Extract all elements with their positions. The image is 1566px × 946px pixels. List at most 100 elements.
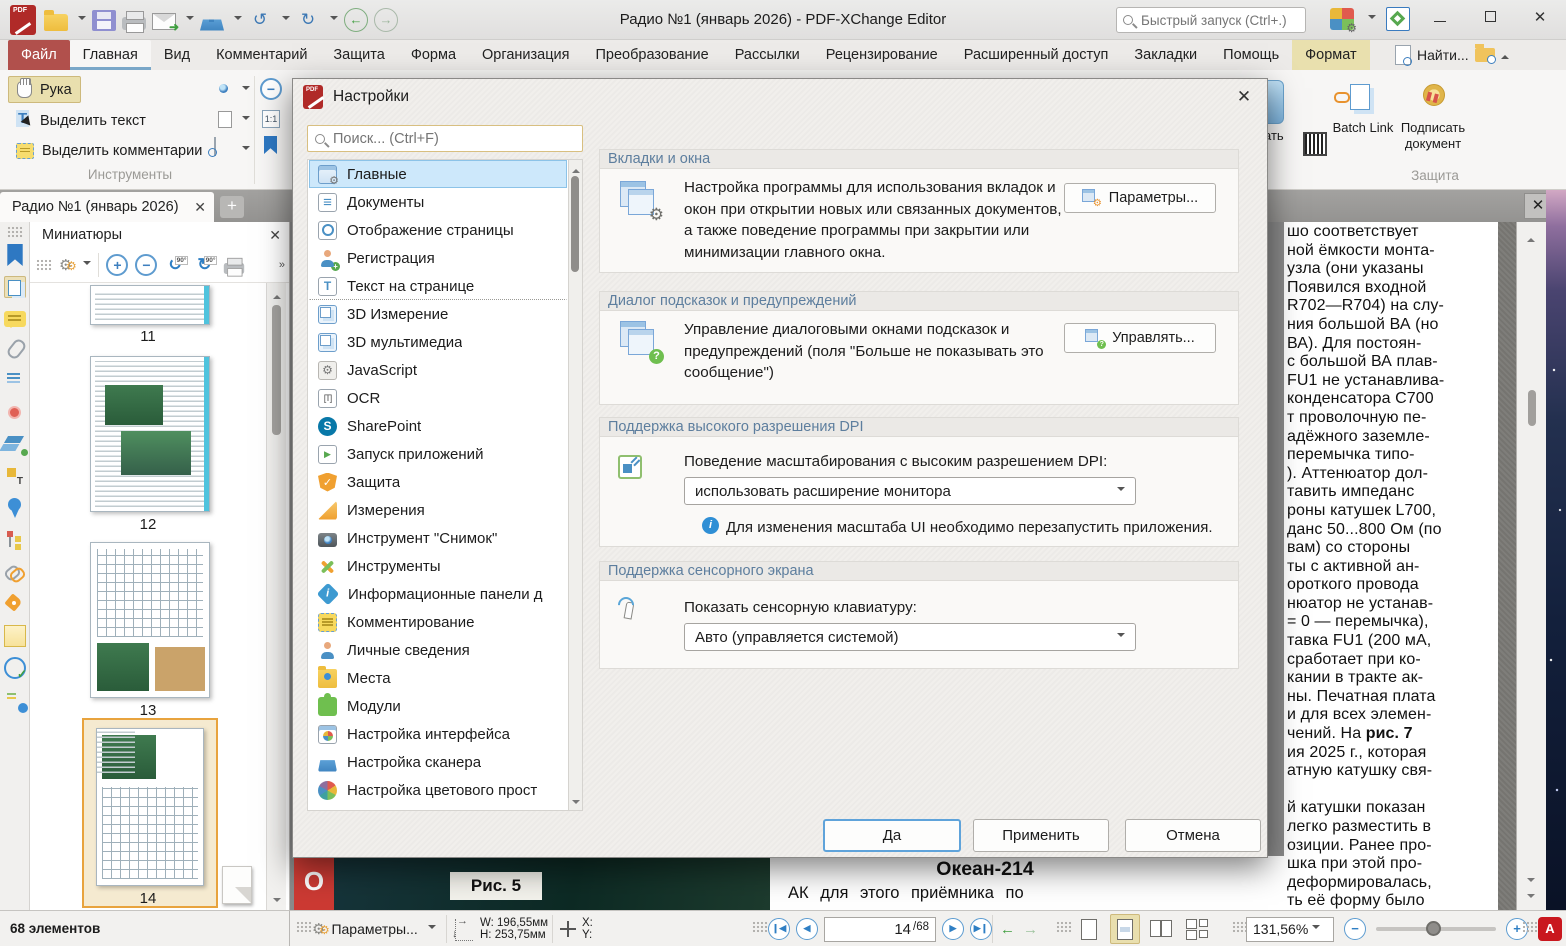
reading-order-icon[interactable] [4,625,26,647]
view-forward-icon[interactable]: → [1023,921,1038,938]
batch-link-button[interactable]: Batch Link [1328,120,1398,136]
thumbnail-options-icon[interactable]: ⚙ [59,256,72,274]
view-back-icon[interactable]: ← [1000,921,1015,938]
ribbon-tab[interactable]: Форма [398,40,469,70]
ribbon-tab[interactable]: Рассылки [722,40,813,70]
dpi-scaling-select[interactable]: использовать расширение монитора [684,477,1136,505]
settings-category-item[interactable]: + Регистрация [309,244,567,272]
ribbon-tab[interactable]: Файл [8,40,70,70]
new-tab-button[interactable]: + [220,196,244,218]
select-text-button[interactable]: Выделить текст [8,107,154,134]
settings-category-item[interactable]: Настройка цветового прост [309,776,567,804]
redo-icon[interactable]: ↻ [296,10,320,30]
settings-category-item[interactable]: Защита [309,468,567,496]
next-page-icon[interactable]: ▶ [942,918,964,940]
document-scrollbar[interactable] [1516,222,1546,910]
ribbon-tab[interactable]: Закладки [1121,40,1210,70]
search-dropdown-icon[interactable] [242,146,250,154]
sidebar-drag-handle[interactable] [7,226,23,238]
page-thumbnail[interactable] [90,285,210,325]
parameters-button[interactable]: ⚙ Параметры... [1064,183,1216,213]
ribbon-tab[interactable]: Главная [70,40,151,70]
statusbar-options-label[interactable]: Параметры... [331,921,417,937]
ui-options-icon[interactable] [1330,8,1354,30]
layers-icon[interactable] [4,433,26,455]
continuous-layout-icon[interactable] [1110,914,1140,944]
rotate-cw-icon[interactable]: ↻90° [193,255,215,275]
scrollbar-thumb[interactable] [1528,390,1536,426]
accessibility-check-icon[interactable] [4,657,26,679]
settings-category-item[interactable]: OCR [309,384,567,412]
settings-category-item[interactable]: Отображение страницы [309,216,567,244]
settings-category-item[interactable]: Места [309,664,567,692]
manage-button[interactable]: ? Управлять... [1064,323,1216,353]
settings-category-item[interactable]: Запуск приложений [309,440,567,468]
print-icon[interactable] [122,17,146,30]
select-comments-button[interactable]: Выделить комментарии [8,137,210,164]
content-icon[interactable] [4,465,26,487]
open-file-icon[interactable] [44,14,68,31]
grid-layout-icon[interactable] [1182,914,1212,944]
settings-category-item[interactable]: Модули [309,692,567,720]
ribbon-tab[interactable]: Рецензирование [813,40,951,70]
settings-category-item[interactable]: Настройка интерфейса [309,720,567,748]
undo-dropdown-icon[interactable] [282,16,290,24]
history-back-icon[interactable]: ← [344,8,368,32]
email-icon[interactable] [152,13,176,30]
actual-size-icon[interactable]: 1:1 [262,110,280,128]
page-thumbnail-selected[interactable] [96,728,204,886]
sign-document-button[interactable]: Подписать документ [1392,120,1474,152]
redo-dropdown-icon[interactable] [330,16,338,24]
thumbnails-icon[interactable] [4,276,26,298]
settings-search-input[interactable] [331,130,575,148]
ribbon-tab[interactable]: Защита [320,40,397,70]
settings-category-item[interactable]: Документы [309,188,567,216]
ribbon-tab[interactable]: Расширенный доступ [951,40,1122,70]
minimize-button[interactable] [1420,4,1460,34]
thumbnails-scrollbar[interactable] [266,283,286,910]
zoom-in-thumbs-icon[interactable]: + [106,254,128,276]
statusbar-options-icon[interactable]: ⚙ [312,920,325,938]
page-number-box[interactable]: 14 /68 [824,917,936,942]
tags-icon[interactable] [4,593,26,615]
settings-category-item[interactable]: SharePoint [309,412,567,440]
ribbon-tab[interactable]: Вид [151,40,203,70]
destinations-icon[interactable] [4,497,26,519]
settings-category-item[interactable]: Главные [309,160,567,188]
quick-launch-search[interactable] [1116,7,1306,33]
barcode-icon[interactable] [1303,132,1327,156]
zoom-slider[interactable] [1376,927,1496,931]
page-thumbnail[interactable] [90,356,210,512]
accessibility-report-icon[interactable] [4,689,26,711]
history-forward-icon[interactable]: → [374,8,398,32]
touch-keyboard-select[interactable]: Авто (управляется системой) [684,623,1136,651]
prev-page-icon[interactable]: ◀ [796,918,818,940]
page-thumbnail[interactable] [90,542,210,698]
find-label[interactable]: Найти... [1417,47,1469,63]
settings-category-item[interactable]: Комментирование [309,608,567,636]
dialog-close-icon[interactable]: ✕ [1233,87,1255,107]
undo-icon[interactable]: ↺ [248,10,272,30]
options-dropdown-icon[interactable] [83,261,91,269]
zoom-level-box[interactable]: 131,56% [1246,917,1334,942]
close-tab-icon[interactable]: ✕ [194,199,206,216]
settings-category-item[interactable]: Инструменты [309,552,567,580]
hand-tool-button[interactable]: Рука [8,76,81,103]
paste-dropdown-icon[interactable] [242,116,250,124]
more-tools-icon[interactable]: » [279,259,283,271]
ribbon-tab[interactable]: Комментарий [203,40,320,70]
options-chevron-icon[interactable] [428,925,436,933]
settings-category-item[interactable]: Инструмент "Снимок" [309,524,567,552]
zoom-out-thumbs-icon[interactable]: − [135,254,157,276]
comments-icon[interactable] [4,311,26,327]
close-panel-icon[interactable]: ✕ [269,227,281,244]
current-page[interactable]: 14 [894,921,911,938]
ui-options-dropdown-icon[interactable] [1368,15,1376,23]
ok-button[interactable]: Да [823,819,961,852]
quick-launch-input[interactable] [1139,12,1320,29]
find-in-document-icon[interactable] [1395,45,1411,65]
adobe-drag-handle[interactable] [1522,921,1538,933]
settings-category-item[interactable]: Измерения [309,496,567,524]
last-page-icon[interactable]: ▶❙ [970,918,992,940]
rotate-ccw-icon[interactable]: ↺90° [164,255,186,275]
